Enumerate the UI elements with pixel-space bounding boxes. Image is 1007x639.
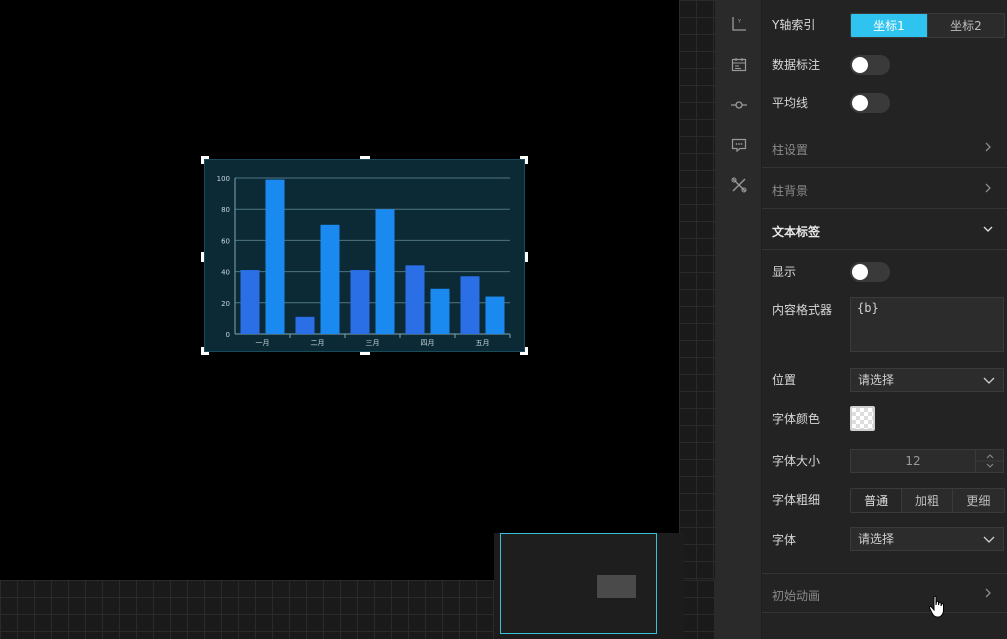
bar: [265, 179, 285, 334]
y-axis-option-1[interactable]: 坐标1: [851, 14, 928, 37]
formatter-label: 内容格式器: [772, 303, 833, 317]
font-weight-bold[interactable]: 加粗: [902, 489, 953, 512]
y-tick-label: 40: [221, 269, 230, 277]
section-text-label[interactable]: 文本标签: [762, 210, 1007, 250]
x-tick-label: 二月: [311, 339, 325, 347]
stepper-arrows-icon: [976, 454, 1004, 468]
show-label: 显示: [772, 265, 797, 279]
font-select[interactable]: 请选择: [850, 527, 1004, 551]
section-title: 柱背景: [772, 184, 809, 198]
section-bar-background[interactable]: 柱背景: [762, 169, 1007, 209]
chevron-down-icon: [983, 536, 995, 543]
data-mark-switch[interactable]: [850, 55, 890, 75]
axis-icon[interactable]: Y: [729, 14, 749, 34]
font-weight-normal[interactable]: 普通: [851, 489, 903, 512]
select-value: 请选择: [858, 373, 895, 387]
bar: [430, 288, 450, 334]
y-tick-label: 100: [217, 175, 230, 183]
avg-line-label: 平均线: [772, 96, 809, 110]
hand-cursor-icon: [928, 595, 944, 618]
minimap-widget-preview: [597, 575, 636, 598]
y-tick-label: 60: [221, 237, 230, 245]
calendar-icon[interactable]: [729, 55, 749, 75]
y-tick-label: 80: [221, 206, 230, 214]
y-axis-index-label: Y轴索引: [772, 18, 816, 32]
font-color-label: 字体颜色: [772, 412, 821, 426]
y-tick-label: 20: [221, 300, 230, 308]
section-title: 文本标签: [772, 225, 821, 239]
x-tick-label: 一月: [256, 339, 270, 347]
font-size-label: 字体大小: [772, 454, 821, 468]
bar: [320, 224, 340, 334]
y-axis-index-segmented: 坐标1 坐标2: [850, 13, 1005, 38]
font-weight-segmented: 普通 加粗 更细: [850, 488, 1005, 513]
font-size-stepper[interactable]: [975, 450, 1004, 472]
section-initial-animation[interactable]: 初始动画: [762, 573, 1007, 613]
section-bar-settings[interactable]: 柱设置: [762, 128, 1007, 168]
x-tick-label: 三月: [366, 339, 380, 347]
y-tick-label: 0: [226, 331, 230, 339]
avg-line-switch[interactable]: [850, 93, 890, 113]
bar-chart: 0 20 40 60 80 100 一月 二月 三月 四月 五月: [217, 175, 511, 347]
chevron-right-icon: [985, 588, 991, 598]
resize-handle-top-left[interactable]: [201, 156, 209, 164]
resize-handle-bottom-right[interactable]: [520, 347, 528, 355]
bar-chart-widget[interactable]: 0 20 40 60 80 100 一月 二月 三月 四月 五月: [201, 156, 528, 355]
show-switch[interactable]: [850, 262, 890, 282]
properties-panel: Y轴索引 坐标1 坐标2 数据标注 平均线 柱设置 柱背景 文本标签 显示 内容…: [762, 0, 1007, 639]
bar: [460, 276, 480, 334]
chevron-down-icon: [983, 226, 993, 232]
canvas-grid-right: [679, 0, 715, 639]
svg-text:Y: Y: [737, 19, 742, 25]
switch-knob: [852, 57, 868, 73]
chevron-down-icon: [983, 377, 995, 384]
font-weight-lighter[interactable]: 更细: [952, 489, 1004, 512]
resize-handle-top[interactable]: [360, 156, 370, 159]
resize-handle-bottom[interactable]: [360, 352, 370, 355]
bar: [405, 265, 425, 334]
switch-knob: [852, 95, 868, 111]
bar: [375, 209, 395, 334]
chevron-right-icon: [985, 142, 991, 152]
formatter-textarea[interactable]: {b}: [850, 297, 1004, 352]
x-tick-label: 四月: [421, 339, 435, 347]
resize-handle-right[interactable]: [525, 252, 528, 262]
section-title: 柱设置: [772, 143, 809, 157]
resize-handle-bottom-left[interactable]: [201, 347, 209, 355]
x-tick-label: 五月: [476, 339, 490, 347]
resize-handle-top-right[interactable]: [520, 156, 528, 164]
switch-knob: [852, 264, 868, 280]
editor-canvas[interactable]: 0 20 40 60 80 100 一月 二月 三月 四月 五月: [0, 0, 715, 639]
data-mark-label: 数据标注: [772, 58, 821, 72]
y-axis-option-2[interactable]: 坐标2: [928, 14, 1004, 37]
bar: [485, 296, 505, 334]
chevron-right-icon: [985, 183, 991, 193]
minimap[interactable]: [494, 533, 684, 639]
select-value: 请选择: [858, 532, 895, 546]
position-select[interactable]: 请选择: [850, 368, 1004, 392]
font-size-value: 12: [905, 454, 921, 468]
bar: [295, 316, 315, 334]
font-color-picker[interactable]: [850, 406, 875, 431]
bar: [240, 270, 260, 334]
tools-icon[interactable]: [729, 175, 749, 195]
section-title: 初始动画: [772, 589, 821, 603]
resize-handle-left[interactable]: [201, 252, 204, 262]
commit-icon[interactable]: [729, 95, 749, 115]
property-icon-bar: Y: [715, 0, 762, 639]
bar: [350, 270, 370, 334]
comment-icon[interactable]: [729, 135, 749, 155]
font-label: 字体: [772, 533, 797, 547]
font-size-input[interactable]: 12: [850, 449, 1004, 473]
minimap-viewport[interactable]: [500, 533, 657, 634]
font-weight-label: 字体粗细: [772, 493, 821, 507]
position-label: 位置: [772, 373, 797, 387]
